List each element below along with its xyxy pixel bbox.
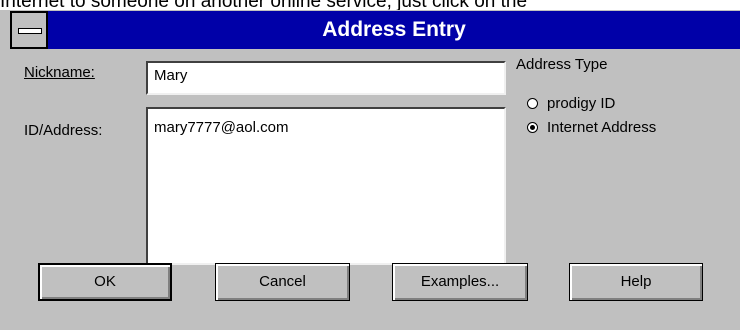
radio-internet-address[interactable]: Internet Address	[527, 119, 656, 136]
system-menu-button[interactable]	[10, 11, 48, 49]
examples-button[interactable]: Examples...	[392, 263, 528, 301]
nickname-label-text: Nickname:	[24, 64, 95, 81]
nickname-label: Nickname:	[24, 64, 95, 81]
radio-prodigy-id-label: prodigy ID	[547, 95, 616, 112]
nickname-input[interactable]: Mary	[146, 61, 506, 95]
title-bar[interactable]: Address Entry	[10, 11, 740, 49]
radio-unselected-icon	[527, 98, 538, 109]
radio-selected-icon	[527, 122, 538, 133]
window-title: Address Entry	[322, 18, 466, 41]
radio-prodigy-id[interactable]: prodigy ID	[527, 95, 615, 112]
cancel-button[interactable]: Cancel	[215, 263, 350, 301]
ok-button[interactable]: OK	[38, 263, 172, 301]
radio-internet-address-label: Internet Address	[547, 119, 657, 136]
address-label: ID/Address:	[24, 122, 103, 139]
address-type-heading: Address Type	[516, 56, 608, 73]
help-button[interactable]: Help	[569, 263, 703, 301]
address-textarea[interactable]: mary7777@aol.com	[146, 107, 506, 265]
address-entry-dialog: Address Entry Nickname: Mary ID/Address:…	[0, 10, 740, 330]
minus-icon	[18, 28, 42, 34]
